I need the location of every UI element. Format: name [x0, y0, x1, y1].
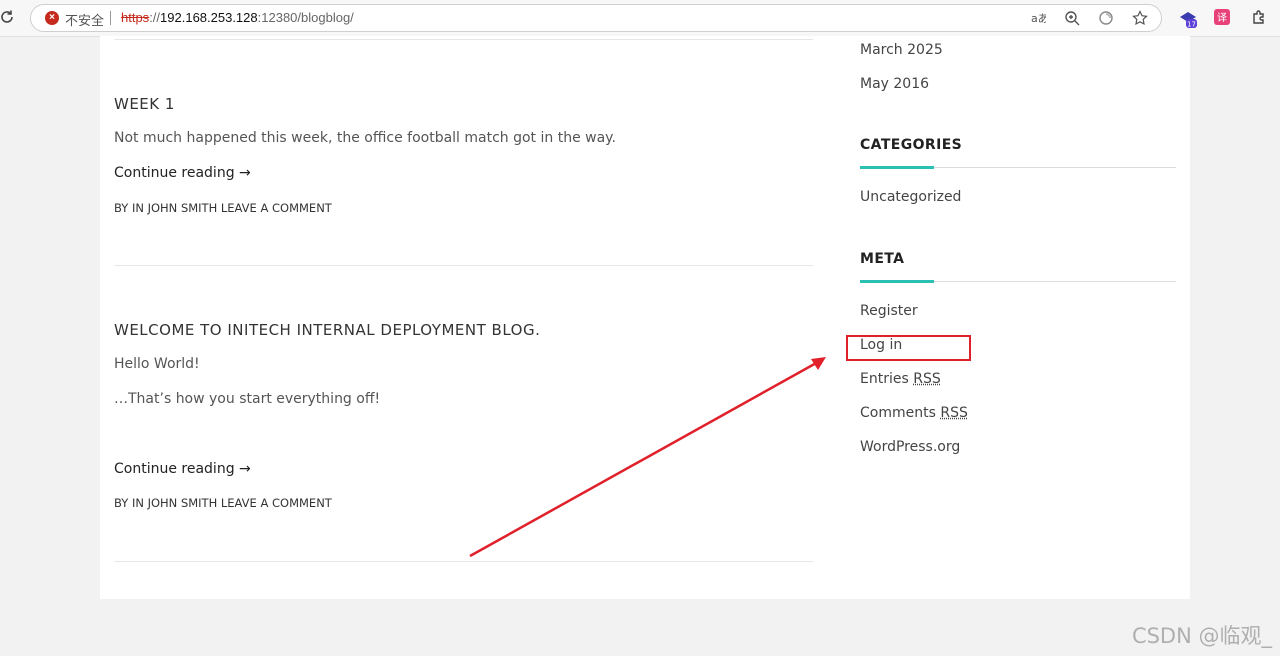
refresh-tab-icon[interactable] — [1098, 10, 1114, 26]
post-byline[interactable]: BY IN JOHN SMITH LEAVE A COMMENT — [114, 201, 332, 215]
page-content: WEEK 1 Not much happened this week, the … — [100, 36, 1190, 599]
not-secure-label[interactable]: 不安全 — [65, 10, 104, 29]
post-excerpt: Not much happened this week, the office … — [114, 130, 616, 146]
post-excerpt: …That’s how you start everything off! — [114, 391, 381, 407]
url-text[interactable]: https://192.168.253.128:12380/blogblog/ — [121, 10, 354, 25]
post-title[interactable]: WELCOME TO INITECH INTERNAL DEPLOYMENT B… — [114, 321, 540, 339]
register-link[interactable]: Register — [860, 303, 918, 319]
favorite-star-icon[interactable] — [1132, 10, 1148, 26]
rss-abbr: RSS — [940, 405, 968, 421]
entries-rss-prefix: Entries — [860, 371, 914, 387]
meta-heading: META — [860, 251, 905, 267]
login-highlight-box — [846, 335, 971, 361]
post-divider — [114, 39, 813, 40]
comments-rss-prefix: Comments — [860, 405, 941, 421]
extension-badge-icon[interactable]: 17 — [1178, 9, 1197, 29]
archive-link[interactable]: May 2016 — [860, 76, 929, 92]
continue-reading-link[interactable]: Continue reading → — [114, 461, 251, 477]
not-secure-icon[interactable]: × — [45, 11, 59, 25]
continue-reading-link[interactable]: Continue reading → — [114, 165, 251, 181]
read-aloud-icon[interactable]: aあ — [1030, 10, 1049, 26]
zoom-icon[interactable] — [1064, 10, 1080, 26]
rss-abbr: RSS — [913, 371, 941, 387]
widget-accent-bar — [860, 166, 934, 169]
browser-toolbar: × 不安全 https://192.168.253.128:12380/blog… — [0, 0, 1280, 37]
category-link[interactable]: Uncategorized — [860, 189, 961, 205]
url-scheme-separator: :// — [149, 10, 161, 25]
post-title[interactable]: WEEK 1 — [114, 95, 175, 113]
svg-text:aあ: aあ — [1031, 12, 1046, 25]
address-bar[interactable]: × 不安全 https://192.168.253.128:12380/blog… — [30, 4, 1162, 32]
entries-rss-link[interactable]: Entries RSS — [860, 371, 941, 387]
translate-extension-icon[interactable]: 译 — [1214, 9, 1230, 25]
url-host: 192.168.253.128 — [160, 10, 258, 25]
post-divider — [114, 265, 813, 266]
comments-rss-link[interactable]: Comments RSS — [860, 405, 968, 421]
extension-badge-count: 17 — [1187, 21, 1196, 29]
categories-heading: CATEGORIES — [860, 137, 963, 153]
extensions-puzzle-icon[interactable] — [1251, 9, 1267, 25]
archive-link[interactable]: March 2025 — [860, 42, 943, 58]
reload-icon[interactable] — [0, 8, 16, 26]
widget-accent-bar — [860, 280, 934, 283]
post-byline[interactable]: BY IN JOHN SMITH LEAVE A COMMENT — [114, 496, 332, 510]
url-path: :12380/blogblog/ — [257, 10, 354, 25]
address-separator — [110, 11, 111, 25]
post-divider — [114, 561, 813, 562]
wordpress-org-link[interactable]: WordPress.org — [860, 439, 960, 455]
svg-text:译: 译 — [1217, 12, 1227, 24]
post-excerpt: Hello World! — [114, 356, 200, 372]
url-scheme: https — [121, 10, 150, 25]
watermark: CSDN @临观_ — [1131, 624, 1272, 648]
